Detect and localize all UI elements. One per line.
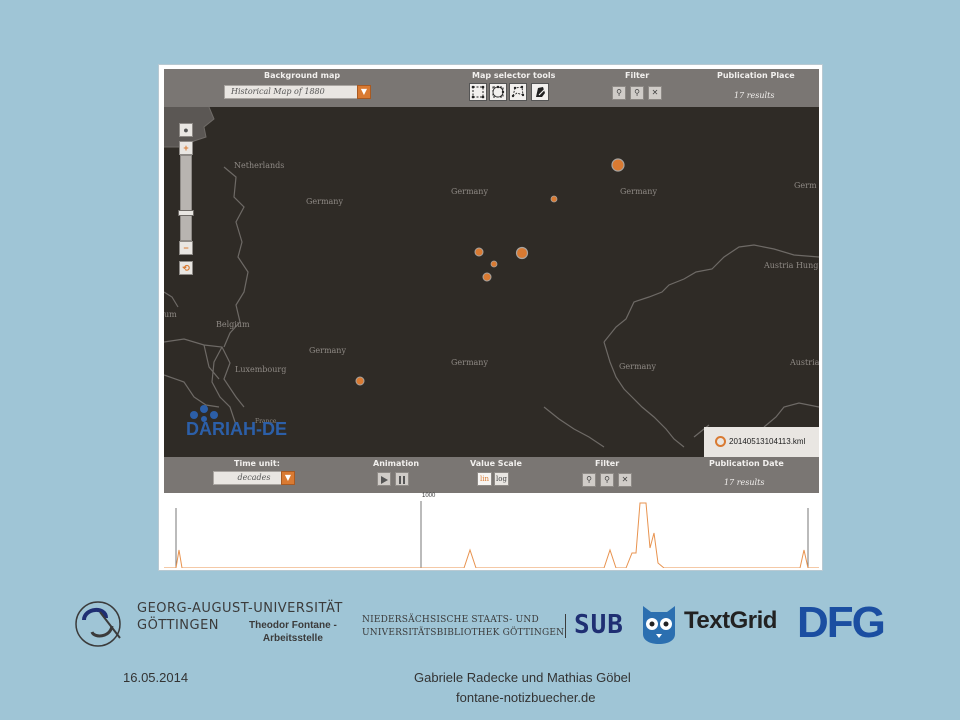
magnifier-icon: ⚲ — [616, 88, 622, 97]
map-label-germany-6: Germany — [619, 362, 656, 371]
filter-clear-button[interactable]: ✕ — [648, 86, 662, 100]
geo-browser-window: Background map Historical Map of 1880 ▼ … — [159, 65, 822, 570]
zoom-out-button[interactable]: − — [179, 241, 193, 255]
map-label-belgium: Belgium — [216, 320, 250, 329]
slide-authors: Gabriele Radecke und Mathias Göbel — [414, 670, 631, 685]
zoom-slider-thumb[interactable] — [178, 210, 194, 216]
circle-select-button[interactable] — [489, 83, 507, 101]
dfg-logo: DFG — [797, 598, 886, 647]
map-label-germany-5: Germany — [451, 358, 488, 367]
university-line1: GEORG-AUGUST-UNIVERSITÄT — [137, 601, 343, 616]
square-select-button[interactable] — [469, 83, 487, 101]
fontane-line1: Theodor Fontane - — [249, 620, 337, 631]
zoom-to-max-button[interactable]: ● — [179, 123, 193, 137]
circle-select-icon — [492, 85, 505, 98]
magnifier-icon: ⚲ — [586, 475, 592, 484]
polygon-select-button[interactable] — [509, 83, 527, 101]
scale-lin-button[interactable]: lin — [477, 472, 492, 486]
map-label-netherlands: Netherlands — [234, 161, 285, 170]
legend-file-name: 20140513104113.kml — [729, 437, 806, 446]
animation-label: Animation — [373, 459, 420, 468]
zoom-in-button[interactable]: + — [179, 141, 193, 155]
textgrid-logo: TextGrid — [684, 607, 777, 634]
publication-place-results: 17 results — [734, 91, 775, 100]
country-select-button[interactable] — [531, 83, 549, 101]
value-scale-label: Value Scale — [470, 459, 522, 468]
slide-website: fontane-notizbuecher.de — [456, 690, 596, 705]
map-label-austria: Austria — [790, 358, 819, 367]
publication-date-label: Publication Date — [709, 459, 784, 468]
chevron-down-icon[interactable]: ▼ — [357, 85, 371, 99]
polygon-select-icon — [511, 85, 525, 98]
map-label-austria-hungary: Austria Hung — [764, 261, 819, 270]
time-unit-value: decades — [237, 473, 271, 482]
sub-library-name: NIEDERSÄCHSISCHE STAATS- UND UNIVERSITÄT… — [362, 614, 564, 640]
dariah-logo: DARIAH-DE — [184, 401, 324, 441]
publication-date-results: 17 results — [724, 478, 765, 487]
map-label-germ-partial: Germ — [794, 181, 817, 190]
magnifier-inverse-icon: ⚲ — [604, 475, 610, 484]
sub-line2: UNIVERSITÄTSBIBLIOTHEK GÖTTINGEN — [362, 628, 565, 638]
map-label-luxembourg: Luxembourg — [235, 365, 287, 374]
university-seal-icon — [75, 601, 121, 647]
timeline-tick-label: 1000 — [422, 493, 436, 499]
geo-browser-content: Background map Historical Map of 1880 ▼ … — [164, 69, 819, 568]
publication-place-label: Publication Place — [717, 71, 795, 80]
map-label-germany-2: Germany — [451, 187, 488, 196]
date-filter-clear-button[interactable]: ✕ — [618, 473, 632, 487]
map-label-um-partial: um — [164, 310, 177, 319]
zoom-slider-track[interactable] — [180, 155, 192, 241]
map-toolbar: Background map Historical Map of 1880 ▼ … — [164, 69, 819, 107]
dariah-logo-text: DARIAH-DE — [186, 419, 287, 439]
logo-divider — [565, 614, 566, 638]
date-filter-zoom-button[interactable]: ⚲ — [582, 473, 596, 487]
country-select-icon — [536, 87, 546, 97]
background-map-select[interactable]: Historical Map of 1880 ▼ — [224, 85, 371, 99]
map-canvas[interactable]: Netherlands Germany Germany Germany Germ… — [164, 107, 819, 457]
timeline-toolbar: Time unit: decades ▼ Animation Value Sca… — [164, 457, 819, 493]
plus-icon: + — [183, 143, 189, 153]
pause-button[interactable] — [395, 472, 409, 486]
play-button[interactable] — [377, 472, 391, 486]
scale-log-button[interactable]: log — [494, 472, 509, 486]
play-icon — [381, 476, 388, 484]
close-icon: ✕ — [651, 88, 659, 97]
close-icon: ✕ — [621, 475, 629, 484]
square-select-icon — [471, 85, 485, 99]
map-legend[interactable]: 20140513104113.kml — [704, 427, 819, 457]
chevron-down-icon[interactable]: ▼ — [281, 471, 295, 485]
filter-inverse-button[interactable]: ⚲ — [630, 86, 644, 100]
legend-marker-icon — [715, 436, 726, 447]
time-unit-label: Time unit: — [234, 459, 280, 468]
textgrid-owl-icon — [643, 606, 675, 644]
timeline-plot[interactable]: 1000 — [164, 493, 819, 568]
reset-view-button[interactable]: ⟲ — [179, 261, 193, 275]
minus-icon: − — [183, 243, 189, 253]
sub-logo: SUB — [574, 610, 624, 640]
background-map-label: Background map — [264, 71, 341, 80]
slide-date: 16.05.2014 — [123, 670, 189, 685]
time-unit-select[interactable]: decades ▼ — [213, 471, 295, 485]
dot-icon: ● — [183, 125, 189, 135]
refresh-icon: ⟲ — [182, 263, 190, 273]
map-label-germany-1: Germany — [306, 197, 343, 206]
date-filter-label: Filter — [595, 459, 620, 468]
map-label-germany-4: Germany — [309, 346, 346, 355]
map-label-germany-3: Germany — [620, 187, 657, 196]
filter-zoom-button[interactable]: ⚲ — [612, 86, 626, 100]
date-filter-inverse-button[interactable]: ⚲ — [600, 473, 614, 487]
timeline-graph — [164, 501, 819, 568]
pause-icon — [399, 476, 405, 484]
background-map-value: Historical Map of 1880 — [231, 87, 325, 96]
dariah-logo-mark: DARIAH-DE — [186, 405, 287, 439]
map-selector-tools-label: Map selector tools — [472, 71, 556, 80]
fontane-line2: Arbeitsstelle — [262, 633, 323, 644]
filter-label: Filter — [625, 71, 650, 80]
sub-line1: NIEDERSÄCHSISCHE STAATS- UND — [362, 615, 539, 625]
fontane-unit: Theodor Fontane - Arbeitsstelle — [249, 619, 337, 645]
footer-logos: GEORG-AUGUST-UNIVERSITÄT GÖTTINGEN Theod… — [0, 596, 960, 656]
magnifier-inverse-icon: ⚲ — [634, 88, 640, 97]
